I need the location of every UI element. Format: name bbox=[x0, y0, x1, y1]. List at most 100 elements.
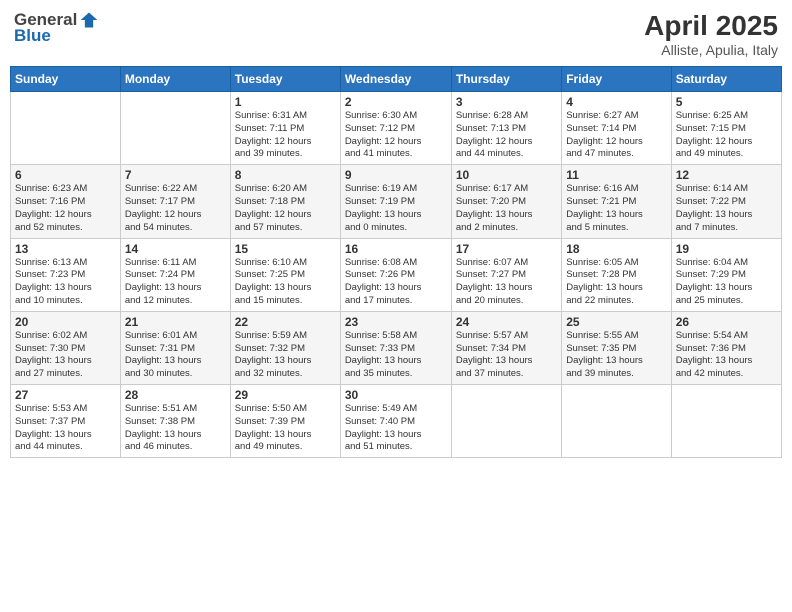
calendar-cell: 8Sunrise: 6:20 AM Sunset: 7:18 PM Daylig… bbox=[230, 165, 340, 238]
day-info: Sunrise: 6:16 AM Sunset: 7:21 PM Dayligh… bbox=[566, 183, 666, 234]
calendar-week-row: 27Sunrise: 5:53 AM Sunset: 7:37 PM Dayli… bbox=[11, 385, 782, 458]
weekday-header: Tuesday bbox=[230, 67, 340, 92]
day-number: 26 bbox=[676, 315, 777, 329]
day-number: 9 bbox=[345, 168, 447, 182]
day-number: 10 bbox=[456, 168, 557, 182]
weekday-header: Monday bbox=[120, 67, 230, 92]
day-info: Sunrise: 5:55 AM Sunset: 7:35 PM Dayligh… bbox=[566, 330, 666, 381]
day-info: Sunrise: 6:13 AM Sunset: 7:23 PM Dayligh… bbox=[15, 257, 116, 308]
calendar-cell bbox=[671, 385, 781, 458]
day-info: Sunrise: 6:17 AM Sunset: 7:20 PM Dayligh… bbox=[456, 183, 557, 234]
calendar-cell: 17Sunrise: 6:07 AM Sunset: 7:27 PM Dayli… bbox=[451, 238, 561, 311]
day-info: Sunrise: 6:10 AM Sunset: 7:25 PM Dayligh… bbox=[235, 257, 336, 308]
day-number: 20 bbox=[15, 315, 116, 329]
day-number: 13 bbox=[15, 242, 116, 256]
calendar-cell: 9Sunrise: 6:19 AM Sunset: 7:19 PM Daylig… bbox=[340, 165, 451, 238]
calendar-cell: 3Sunrise: 6:28 AM Sunset: 7:13 PM Daylig… bbox=[451, 92, 561, 165]
calendar-cell: 16Sunrise: 6:08 AM Sunset: 7:26 PM Dayli… bbox=[340, 238, 451, 311]
day-number: 16 bbox=[345, 242, 447, 256]
day-info: Sunrise: 6:30 AM Sunset: 7:12 PM Dayligh… bbox=[345, 110, 447, 161]
weekday-header: Wednesday bbox=[340, 67, 451, 92]
day-number: 22 bbox=[235, 315, 336, 329]
subtitle: Alliste, Apulia, Italy bbox=[644, 42, 778, 58]
day-info: Sunrise: 5:50 AM Sunset: 7:39 PM Dayligh… bbox=[235, 403, 336, 454]
calendar-cell: 21Sunrise: 6:01 AM Sunset: 7:31 PM Dayli… bbox=[120, 311, 230, 384]
calendar-cell: 15Sunrise: 6:10 AM Sunset: 7:25 PM Dayli… bbox=[230, 238, 340, 311]
calendar-cell: 4Sunrise: 6:27 AM Sunset: 7:14 PM Daylig… bbox=[562, 92, 671, 165]
title-section: April 2025 Alliste, Apulia, Italy bbox=[644, 10, 778, 58]
day-info: Sunrise: 5:57 AM Sunset: 7:34 PM Dayligh… bbox=[456, 330, 557, 381]
calendar-cell: 24Sunrise: 5:57 AM Sunset: 7:34 PM Dayli… bbox=[451, 311, 561, 384]
day-number: 6 bbox=[15, 168, 116, 182]
day-info: Sunrise: 6:11 AM Sunset: 7:24 PM Dayligh… bbox=[125, 257, 226, 308]
calendar-cell: 28Sunrise: 5:51 AM Sunset: 7:38 PM Dayli… bbox=[120, 385, 230, 458]
day-info: Sunrise: 5:49 AM Sunset: 7:40 PM Dayligh… bbox=[345, 403, 447, 454]
day-number: 3 bbox=[456, 95, 557, 109]
day-info: Sunrise: 5:53 AM Sunset: 7:37 PM Dayligh… bbox=[15, 403, 116, 454]
day-number: 23 bbox=[345, 315, 447, 329]
header: General Blue April 2025 Alliste, Apulia,… bbox=[10, 10, 782, 58]
calendar-cell bbox=[120, 92, 230, 165]
calendar-cell: 11Sunrise: 6:16 AM Sunset: 7:21 PM Dayli… bbox=[562, 165, 671, 238]
day-info: Sunrise: 6:22 AM Sunset: 7:17 PM Dayligh… bbox=[125, 183, 226, 234]
day-number: 19 bbox=[676, 242, 777, 256]
calendar-cell: 14Sunrise: 6:11 AM Sunset: 7:24 PM Dayli… bbox=[120, 238, 230, 311]
day-number: 14 bbox=[125, 242, 226, 256]
calendar-cell: 25Sunrise: 5:55 AM Sunset: 7:35 PM Dayli… bbox=[562, 311, 671, 384]
day-info: Sunrise: 6:19 AM Sunset: 7:19 PM Dayligh… bbox=[345, 183, 447, 234]
calendar-cell: 27Sunrise: 5:53 AM Sunset: 7:37 PM Dayli… bbox=[11, 385, 121, 458]
day-number: 1 bbox=[235, 95, 336, 109]
calendar-cell: 26Sunrise: 5:54 AM Sunset: 7:36 PM Dayli… bbox=[671, 311, 781, 384]
day-number: 25 bbox=[566, 315, 666, 329]
day-number: 27 bbox=[15, 388, 116, 402]
day-number: 8 bbox=[235, 168, 336, 182]
day-info: Sunrise: 6:02 AM Sunset: 7:30 PM Dayligh… bbox=[15, 330, 116, 381]
day-info: Sunrise: 5:51 AM Sunset: 7:38 PM Dayligh… bbox=[125, 403, 226, 454]
day-info: Sunrise: 6:05 AM Sunset: 7:28 PM Dayligh… bbox=[566, 257, 666, 308]
day-info: Sunrise: 6:04 AM Sunset: 7:29 PM Dayligh… bbox=[676, 257, 777, 308]
day-number: 7 bbox=[125, 168, 226, 182]
day-info: Sunrise: 6:23 AM Sunset: 7:16 PM Dayligh… bbox=[15, 183, 116, 234]
calendar-week-row: 1Sunrise: 6:31 AM Sunset: 7:11 PM Daylig… bbox=[11, 92, 782, 165]
weekday-header: Friday bbox=[562, 67, 671, 92]
weekday-header: Saturday bbox=[671, 67, 781, 92]
calendar-cell: 20Sunrise: 6:02 AM Sunset: 7:30 PM Dayli… bbox=[11, 311, 121, 384]
day-number: 24 bbox=[456, 315, 557, 329]
calendar-cell: 12Sunrise: 6:14 AM Sunset: 7:22 PM Dayli… bbox=[671, 165, 781, 238]
day-number: 28 bbox=[125, 388, 226, 402]
calendar-cell bbox=[11, 92, 121, 165]
calendar-cell: 5Sunrise: 6:25 AM Sunset: 7:15 PM Daylig… bbox=[671, 92, 781, 165]
calendar: SundayMondayTuesdayWednesdayThursdayFrid… bbox=[10, 66, 782, 458]
day-info: Sunrise: 6:28 AM Sunset: 7:13 PM Dayligh… bbox=[456, 110, 557, 161]
day-info: Sunrise: 6:01 AM Sunset: 7:31 PM Dayligh… bbox=[125, 330, 226, 381]
page: General Blue April 2025 Alliste, Apulia,… bbox=[0, 0, 792, 612]
day-number: 29 bbox=[235, 388, 336, 402]
calendar-cell: 22Sunrise: 5:59 AM Sunset: 7:32 PM Dayli… bbox=[230, 311, 340, 384]
calendar-week-row: 6Sunrise: 6:23 AM Sunset: 7:16 PM Daylig… bbox=[11, 165, 782, 238]
calendar-cell: 29Sunrise: 5:50 AM Sunset: 7:39 PM Dayli… bbox=[230, 385, 340, 458]
logo: General Blue bbox=[14, 10, 99, 46]
day-number: 5 bbox=[676, 95, 777, 109]
calendar-cell: 6Sunrise: 6:23 AM Sunset: 7:16 PM Daylig… bbox=[11, 165, 121, 238]
calendar-cell: 10Sunrise: 6:17 AM Sunset: 7:20 PM Dayli… bbox=[451, 165, 561, 238]
calendar-cell: 13Sunrise: 6:13 AM Sunset: 7:23 PM Dayli… bbox=[11, 238, 121, 311]
day-number: 21 bbox=[125, 315, 226, 329]
calendar-cell: 30Sunrise: 5:49 AM Sunset: 7:40 PM Dayli… bbox=[340, 385, 451, 458]
day-number: 17 bbox=[456, 242, 557, 256]
day-info: Sunrise: 6:14 AM Sunset: 7:22 PM Dayligh… bbox=[676, 183, 777, 234]
day-number: 12 bbox=[676, 168, 777, 182]
day-info: Sunrise: 6:25 AM Sunset: 7:15 PM Dayligh… bbox=[676, 110, 777, 161]
calendar-week-row: 13Sunrise: 6:13 AM Sunset: 7:23 PM Dayli… bbox=[11, 238, 782, 311]
calendar-cell bbox=[562, 385, 671, 458]
day-info: Sunrise: 6:27 AM Sunset: 7:14 PM Dayligh… bbox=[566, 110, 666, 161]
calendar-cell: 23Sunrise: 5:58 AM Sunset: 7:33 PM Dayli… bbox=[340, 311, 451, 384]
day-info: Sunrise: 6:20 AM Sunset: 7:18 PM Dayligh… bbox=[235, 183, 336, 234]
calendar-cell: 18Sunrise: 6:05 AM Sunset: 7:28 PM Dayli… bbox=[562, 238, 671, 311]
day-info: Sunrise: 5:59 AM Sunset: 7:32 PM Dayligh… bbox=[235, 330, 336, 381]
day-info: Sunrise: 6:31 AM Sunset: 7:11 PM Dayligh… bbox=[235, 110, 336, 161]
day-info: Sunrise: 6:07 AM Sunset: 7:27 PM Dayligh… bbox=[456, 257, 557, 308]
weekday-header: Thursday bbox=[451, 67, 561, 92]
weekday-header-row: SundayMondayTuesdayWednesdayThursdayFrid… bbox=[11, 67, 782, 92]
logo-blue: Blue bbox=[14, 26, 51, 46]
day-number: 4 bbox=[566, 95, 666, 109]
